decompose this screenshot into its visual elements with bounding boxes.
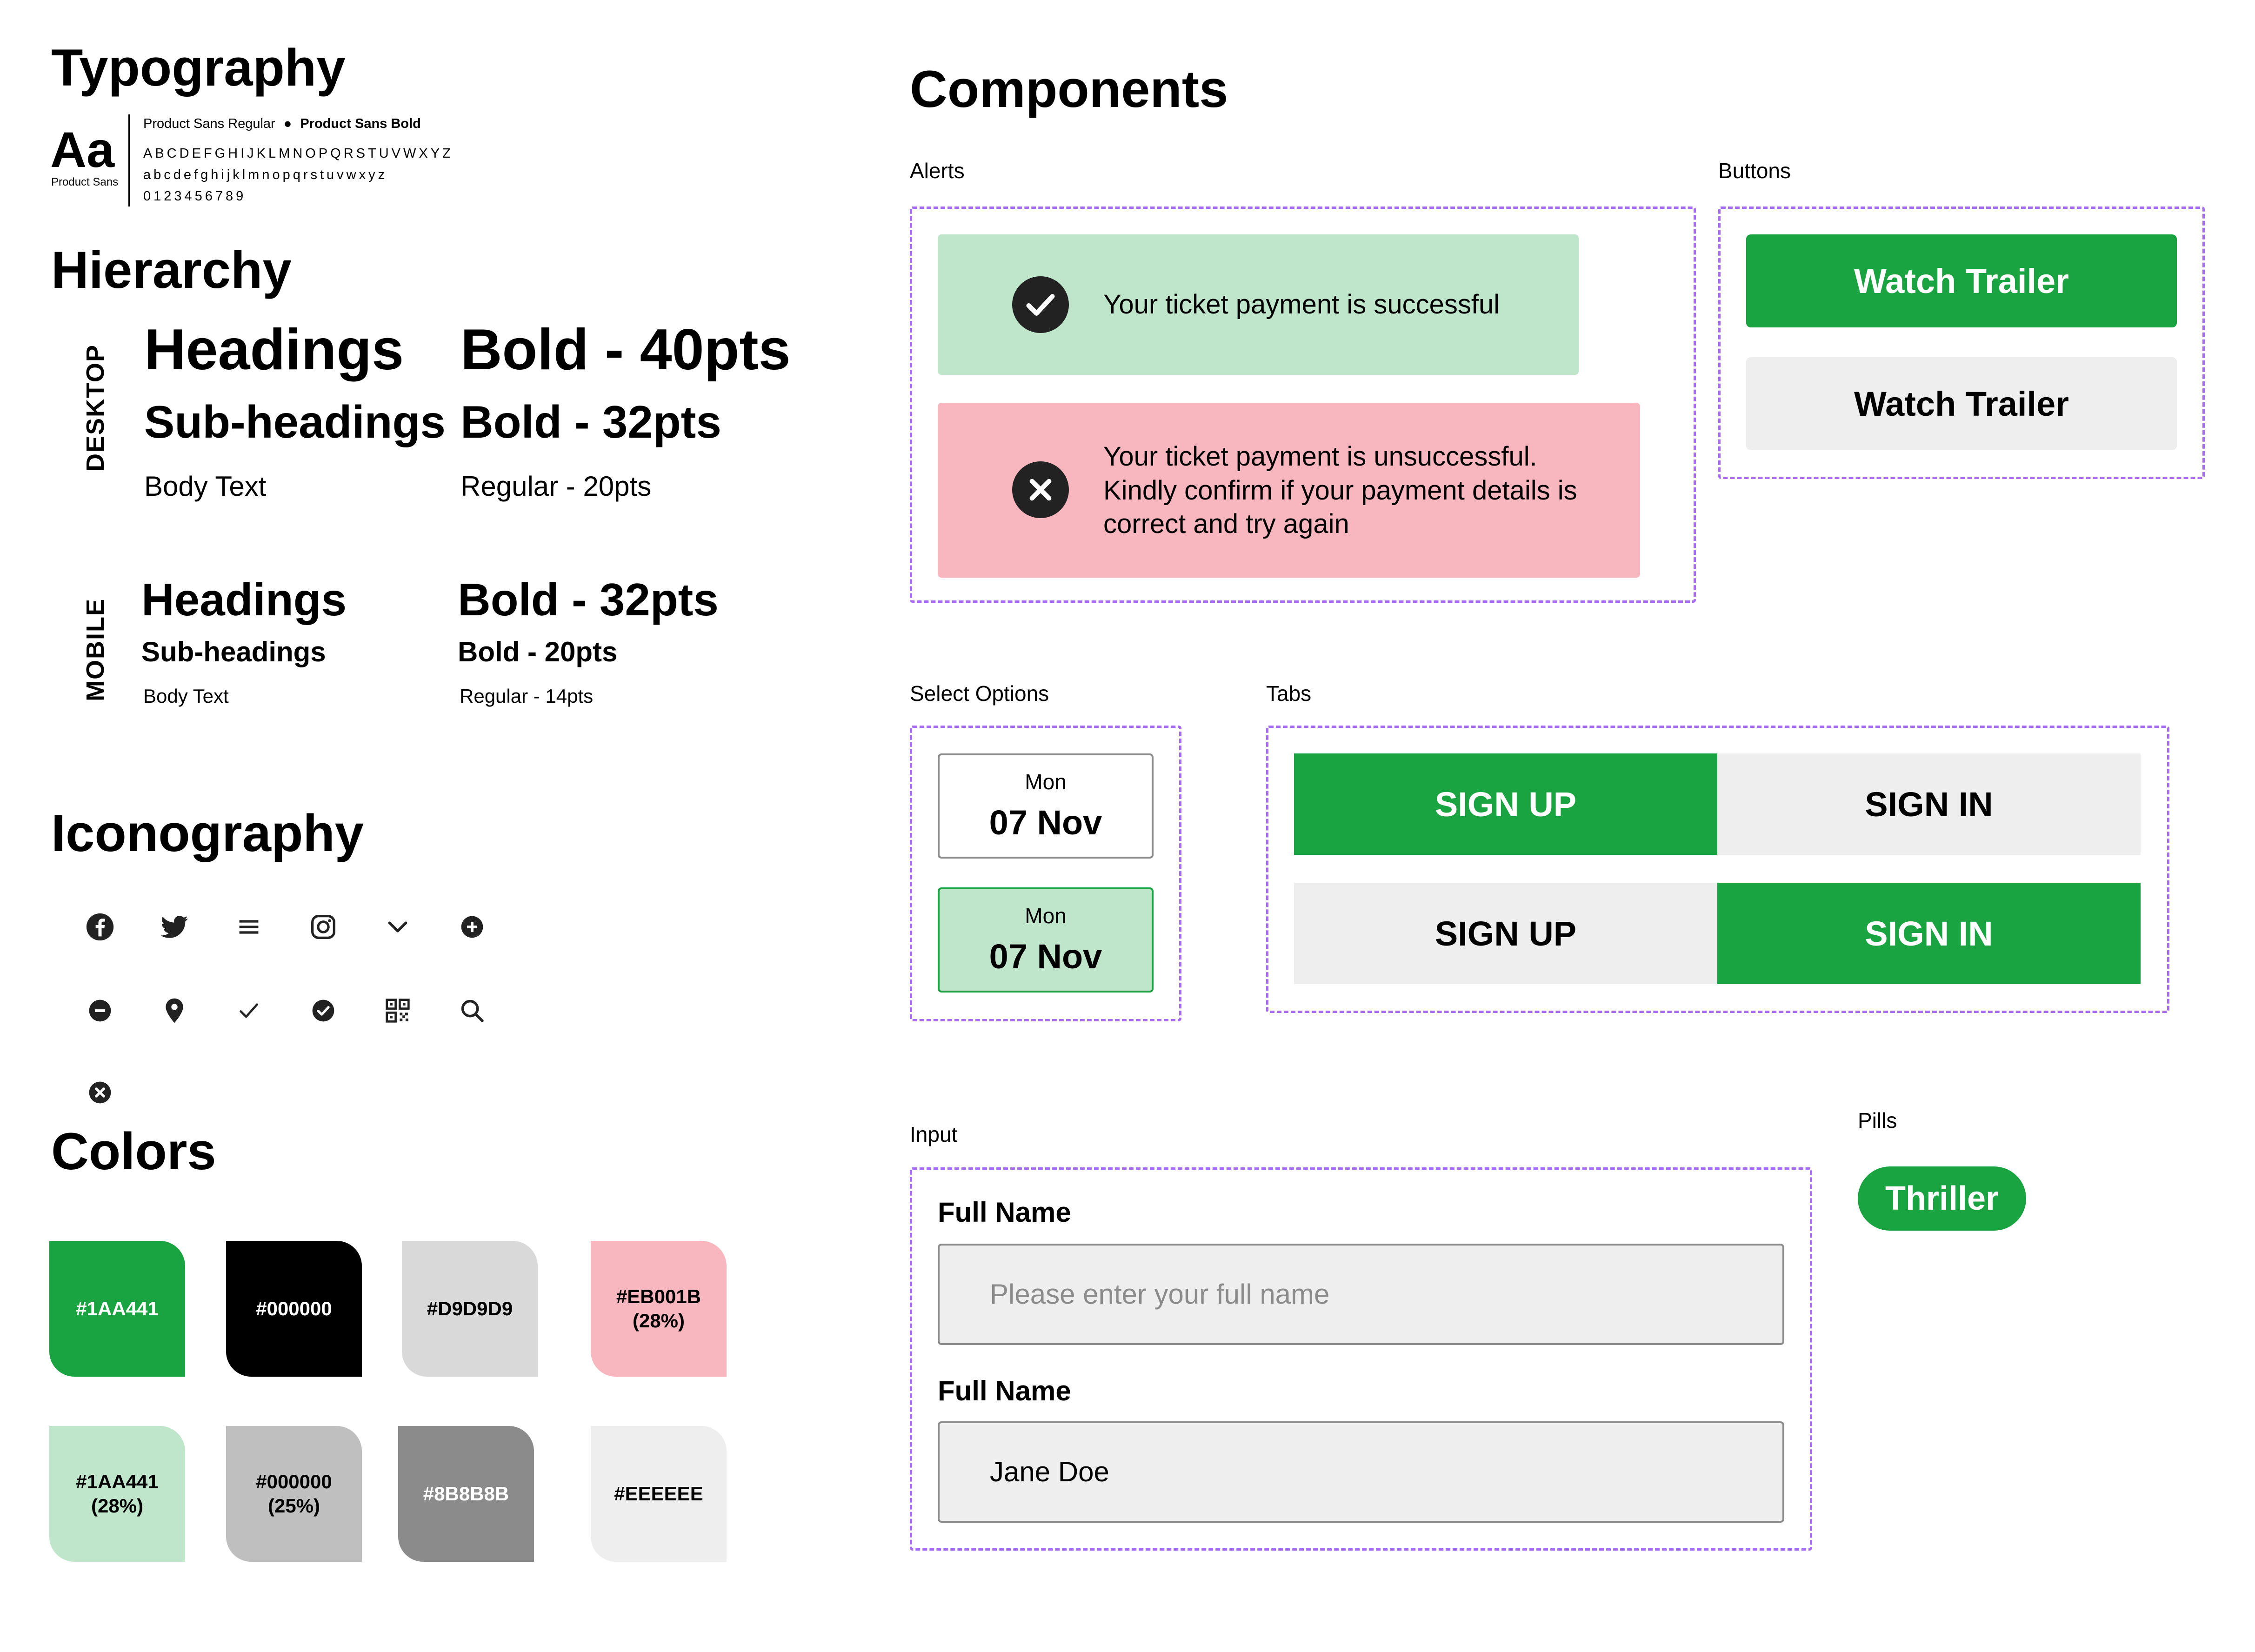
success-alert: Your ticket payment is successful [938, 234, 1579, 375]
tab-sign-in-active[interactable]: SIGN IN [1717, 883, 2141, 984]
location-pin-icon [158, 994, 191, 1027]
genre-pill-thriller[interactable]: Thriller [1858, 1166, 2026, 1231]
mobile-subheadings-spec: Bold - 20pts [458, 636, 618, 667]
instagram-icon [307, 911, 340, 943]
twitter-icon [158, 911, 191, 943]
desktop-subheadings-spec: Bold - 32pts [460, 396, 721, 447]
error-alert-text: Your ticket payment is unsuccessful. Kin… [1103, 441, 1577, 539]
swatch-red-28: #EB001B (28%) [591, 1241, 727, 1377]
swatch-black-25: #000000 (25%) [226, 1426, 362, 1562]
tab-sign-up[interactable]: SIGN UP [1294, 883, 1717, 984]
full-name-value: Jane Doe [990, 1456, 1109, 1487]
date-option-unselected[interactable]: Mon 07 Nov [938, 753, 1154, 859]
swatch-light-grey: #D9D9D9 [402, 1241, 538, 1377]
font-regular-label: Product Sans Regular [143, 116, 275, 131]
chevron-down-icon [381, 911, 414, 943]
font-bullet: ● [283, 116, 292, 131]
hierarchy-title: Hierarchy [51, 241, 292, 299]
menu-icon [233, 911, 265, 943]
full-name-label: Full Name [938, 1197, 1071, 1228]
full-name-input-filled[interactable]: Jane Doe [938, 1421, 1784, 1523]
font-bold-label: Product Sans Bold [300, 116, 421, 131]
typography-font-names: Product Sans Regular ● Product Sans Bold [143, 116, 421, 132]
mobile-subheadings: Sub-headings [141, 636, 326, 667]
uppercase-alphabet: ABCDEFGHIJKLMNOPQRSTUVWXYZ [143, 146, 454, 161]
iconography-title: Iconography [51, 804, 364, 862]
swatch-mid-grey: #8B8B8B [398, 1426, 534, 1562]
colors-title: Colors [51, 1122, 216, 1180]
check-circle-icon [1012, 276, 1069, 333]
desktop-body: Body Text [144, 471, 267, 502]
search-icon [456, 994, 488, 1027]
close-circle-icon [1012, 461, 1069, 518]
desktop-headings-spec: Bold - 40pts [460, 318, 791, 382]
desktop-body-spec: Regular - 20pts [460, 471, 652, 502]
watch-trailer-secondary-button[interactable]: Watch Trailer [1746, 357, 2177, 450]
digits: 0123456789 [143, 189, 247, 204]
full-name-label: Full Name [938, 1375, 1071, 1406]
typography-divider [128, 114, 130, 206]
error-alert: Your ticket payment is unsuccessful. Kin… [938, 403, 1640, 578]
swatch-green: #1AA441 [49, 1241, 185, 1377]
date-option-day: Mon [1025, 904, 1067, 928]
components-title: Components [910, 60, 1228, 118]
desktop-label: DESKTOP [81, 344, 109, 472]
desktop-subheadings: Sub-headings [144, 396, 446, 447]
mobile-headings-spec: Bold - 32pts [458, 574, 719, 625]
select-options-label: Select Options [910, 681, 1049, 706]
watch-trailer-primary-button[interactable]: Watch Trailer [1746, 234, 2177, 327]
tab-sign-up-active[interactable]: SIGN UP [1294, 753, 1717, 855]
mobile-body: Body Text [143, 685, 229, 707]
date-option-date: 07 Nov [989, 803, 1102, 842]
date-option-day: Mon [1025, 770, 1067, 794]
tabs-label: Tabs [1266, 681, 1312, 706]
mobile-label: MOBILE [81, 598, 109, 701]
pills-label: Pills [1858, 1108, 1897, 1132]
minus-circle-icon [84, 994, 116, 1027]
mobile-headings: Headings [141, 574, 347, 625]
input-label: Input [910, 1122, 958, 1146]
typography-sample-glyph: Aa [50, 121, 115, 178]
check-circle-icon [307, 994, 340, 1027]
swatch-black: #000000 [226, 1241, 362, 1377]
typography-sample-caption: Product Sans [51, 176, 119, 188]
swatch-green-28: #1AA441 (28%) [49, 1426, 185, 1562]
qr-code-icon [381, 994, 414, 1027]
close-circle-icon [84, 1076, 116, 1109]
lowercase-alphabet: abcdefghijklmnopqrstuvwxyz [143, 167, 388, 182]
plus-circle-icon [456, 911, 488, 943]
desktop-headings: Headings [144, 318, 404, 382]
swatch-off-white: #EEEEEE [591, 1426, 727, 1562]
tab-sign-in[interactable]: SIGN IN [1717, 753, 2141, 855]
alerts-label: Alerts [910, 159, 965, 183]
check-icon [233, 994, 265, 1027]
date-option-selected[interactable]: Mon 07 Nov [938, 887, 1154, 993]
full-name-placeholder: Please enter your full name [990, 1279, 1330, 1310]
typography-title: Typography [51, 39, 346, 97]
full-name-input-empty[interactable]: Please enter your full name [938, 1244, 1784, 1345]
success-alert-text: Your ticket payment is successful [1103, 289, 1500, 320]
buttons-label: Buttons [1718, 159, 1791, 183]
date-option-date: 07 Nov [989, 937, 1102, 976]
mobile-body-spec: Regular - 14pts [460, 685, 594, 707]
facebook-icon [84, 911, 116, 943]
